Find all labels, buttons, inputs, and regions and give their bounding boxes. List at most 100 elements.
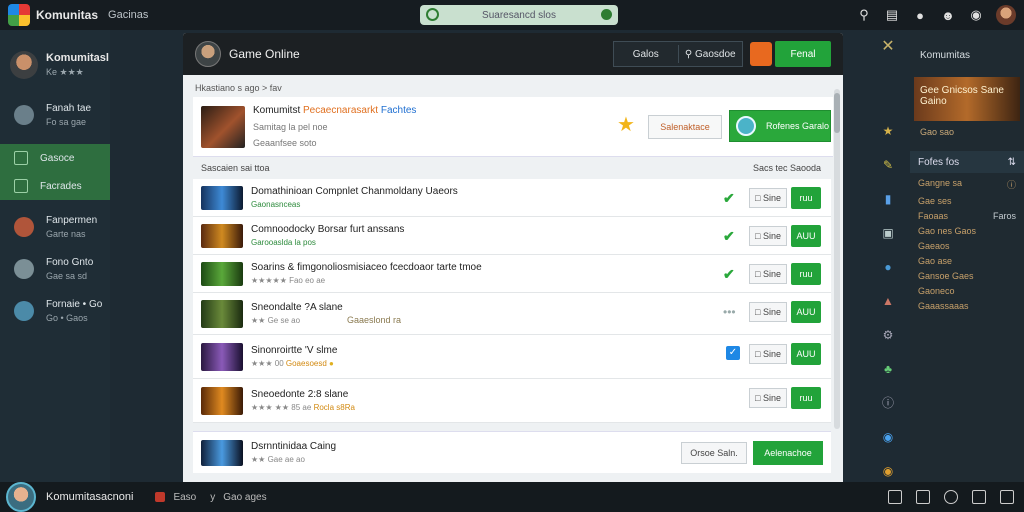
list-item[interactable]: Gaaassaaas (910, 296, 1024, 311)
row-sub: ★★★ ★★ 85 ae Rocla s8Ra (251, 403, 355, 412)
list-item[interactable]: Comnoodocky Borsar furt anssans Garooasld… (193, 217, 831, 255)
featured-play-button[interactable]: Rofenes Garalo (729, 110, 831, 142)
list-item[interactable]: Sneondalte ?A slane ★★ Ge se ao Gaaeslond… (193, 293, 831, 335)
app-logo[interactable] (8, 4, 30, 26)
info-icon[interactable]: ⓘ (881, 396, 895, 410)
chat-icon[interactable]: ◉ (968, 7, 984, 23)
row-secondary-button[interactable]: □ Sine (749, 302, 787, 322)
star-icon[interactable]: ★ (881, 124, 895, 138)
tab-search[interactable]: ⚲ Gaosdoe (679, 49, 743, 60)
list-item[interactable]: Gangne sa ⓘ (910, 173, 1024, 191)
checkbox-checked[interactable]: ✓ (726, 346, 740, 360)
nav-link[interactable]: Gacinas (108, 9, 148, 21)
sidebar-item[interactable]: Fanpermen Garte nas (0, 206, 110, 248)
footer-game[interactable]: Dsrnntinidaa Caing ★★ Gae ae ao Orsoe Sal… (193, 431, 831, 473)
list-header: Sascaien sai ttoa Sacs tec Saooda (183, 157, 843, 179)
featured-title-c: Fachtes (380, 105, 417, 116)
row-secondary-button[interactable]: □ Sine (749, 388, 787, 408)
close-icon[interactable]: ✕ (881, 39, 895, 55)
more-icon[interactable]: ••• (723, 305, 736, 319)
row-sub: ★★★★★ Fao eo ae (251, 276, 326, 285)
tab-games[interactable]: Galos (614, 49, 678, 60)
list-header-left: Sascaien sai ttoa (201, 163, 270, 173)
row-secondary-button[interactable]: □ Sine (749, 226, 787, 246)
list-item-label: Gangne sa (918, 178, 963, 188)
primary-button[interactable]: Fenal (775, 41, 831, 67)
search-go-icon[interactable] (601, 9, 612, 20)
row-title: Sneoedonte 2:8 slane (251, 389, 349, 400)
sidebar-item[interactable]: Fornaie • Go Go • Gaos (0, 290, 110, 332)
window-icon[interactable] (1000, 490, 1014, 504)
list-item[interactable]: Faoaas Faros (910, 206, 1024, 221)
row-secondary-button[interactable]: □ Sine (749, 264, 787, 284)
footer-secondary-button[interactable]: Orsoe Saln. (681, 442, 747, 464)
settings-icon[interactable]: ⚙ (881, 328, 895, 342)
chat-icon[interactable] (972, 490, 986, 504)
promo-banner[interactable]: Gee Gnicsos Sane Gaino (914, 77, 1020, 121)
search-input[interactable]: Suaresancd slos (420, 5, 618, 25)
settings-icon[interactable] (944, 490, 958, 504)
list-header-right[interactable]: Sacs tec Saooda (753, 163, 821, 173)
chat-icon[interactable]: ● (881, 260, 895, 274)
leaf-icon[interactable]: ♣ (881, 362, 895, 376)
shield-icon[interactable] (750, 42, 772, 66)
news-icon[interactable]: ▤ (884, 7, 900, 23)
featured-title-a: Komumitst (253, 105, 301, 116)
list-item[interactable]: Sneoedonte 2:8 slane ★★★ ★★ 85 ae Rocla s… (193, 379, 831, 423)
user-name: Komumitasacnoni (46, 491, 134, 503)
sidebar-item[interactable]: Fanah tae Fo sa gae (0, 94, 110, 136)
game-thumbnail (201, 439, 243, 466)
profile-rating: Ke ★★★ (46, 67, 84, 77)
featured-game[interactable]: Komumitst Pecaecnarasarkt Fachtes Samita… (193, 97, 833, 157)
row-play-button[interactable]: ruu (791, 263, 821, 285)
sidebar-profile[interactable]: Komumitasl Ke ★★★ (0, 30, 110, 94)
notification-icon[interactable]: ● (912, 7, 928, 23)
list-item[interactable]: Gao ase (910, 251, 1024, 266)
list-item-label: Gansoe Gaes (918, 271, 974, 281)
book-icon[interactable]: ▣ (881, 226, 895, 240)
list-item[interactable]: Gao nes Gaos (910, 221, 1024, 236)
list-item[interactable]: Domathinioan Compnlet Chanmoldany Uaeors… (193, 179, 831, 217)
row-sub: ★★ Ge se ao (251, 316, 301, 325)
grid-icon[interactable] (916, 490, 930, 504)
sidebar-item[interactable]: Facrades (0, 172, 110, 200)
row-play-button[interactable]: ruu (791, 387, 821, 409)
sidebar-item[interactable]: Fono Gnto Gae sa sd (0, 248, 110, 290)
list-item[interactable]: Gaoneco (910, 281, 1024, 296)
featured-action-button[interactable]: Salenaktace (648, 115, 722, 139)
row-play-button[interactable]: AUU (791, 225, 821, 247)
row-play-button[interactable]: AUU (791, 301, 821, 323)
coin-icon[interactable]: ◉ (881, 464, 895, 478)
list-item[interactable]: Soarins & fimgonoliosmisiaceo fcecdoaor … (193, 255, 831, 293)
row-play-button[interactable]: ruu (791, 187, 821, 209)
gift-icon[interactable]: ▲ (881, 294, 895, 308)
list-item[interactable]: Gae ses (910, 191, 1024, 206)
pencil-icon[interactable]: ✎ (881, 158, 895, 172)
row-title: Sneondalte ?A slane (251, 302, 343, 313)
list-item[interactable]: Sinonroirtte 'V slme ★★★ 00 Goaesoesd ● ✓… (193, 335, 831, 379)
list-item-label: Gao nes Gaos (918, 226, 977, 236)
footer-primary-button[interactable]: Aelenachoe (753, 441, 823, 465)
window-icon[interactable] (888, 490, 902, 504)
scrollbar[interactable] (834, 89, 840, 429)
profile-icon[interactable]: ☻ (940, 7, 956, 23)
section-header[interactable]: Fofes fos ⇅ (910, 151, 1024, 173)
row-secondary-button[interactable]: □ Sine (749, 344, 787, 364)
featured-title: Komumitst Pecaecnarasarkt Fachtes (253, 105, 416, 116)
avatar (14, 301, 34, 321)
bookmark-icon[interactable]: ▮ (881, 192, 895, 206)
expand-icon[interactable]: ⇅ (1008, 157, 1016, 168)
scrollbar-thumb[interactable] (834, 93, 840, 133)
list-item[interactable]: Gaeaos (910, 236, 1024, 251)
info-icon: ⓘ (1006, 180, 1016, 190)
globe-icon[interactable]: ◉ (881, 430, 895, 444)
sidebar-item-selected[interactable]: Gasoce (0, 144, 110, 172)
row-play-button[interactable]: AUU (791, 343, 821, 365)
row-secondary-button[interactable]: □ Sine (749, 188, 787, 208)
star-icon[interactable]: ★ (617, 115, 635, 135)
avatar[interactable] (996, 5, 1016, 25)
search-icon[interactable]: ⚲ (856, 7, 872, 23)
avatar[interactable] (6, 482, 36, 512)
list-item[interactable]: Gansoe Gaes (910, 266, 1024, 281)
game-thumbnail (201, 299, 243, 328)
